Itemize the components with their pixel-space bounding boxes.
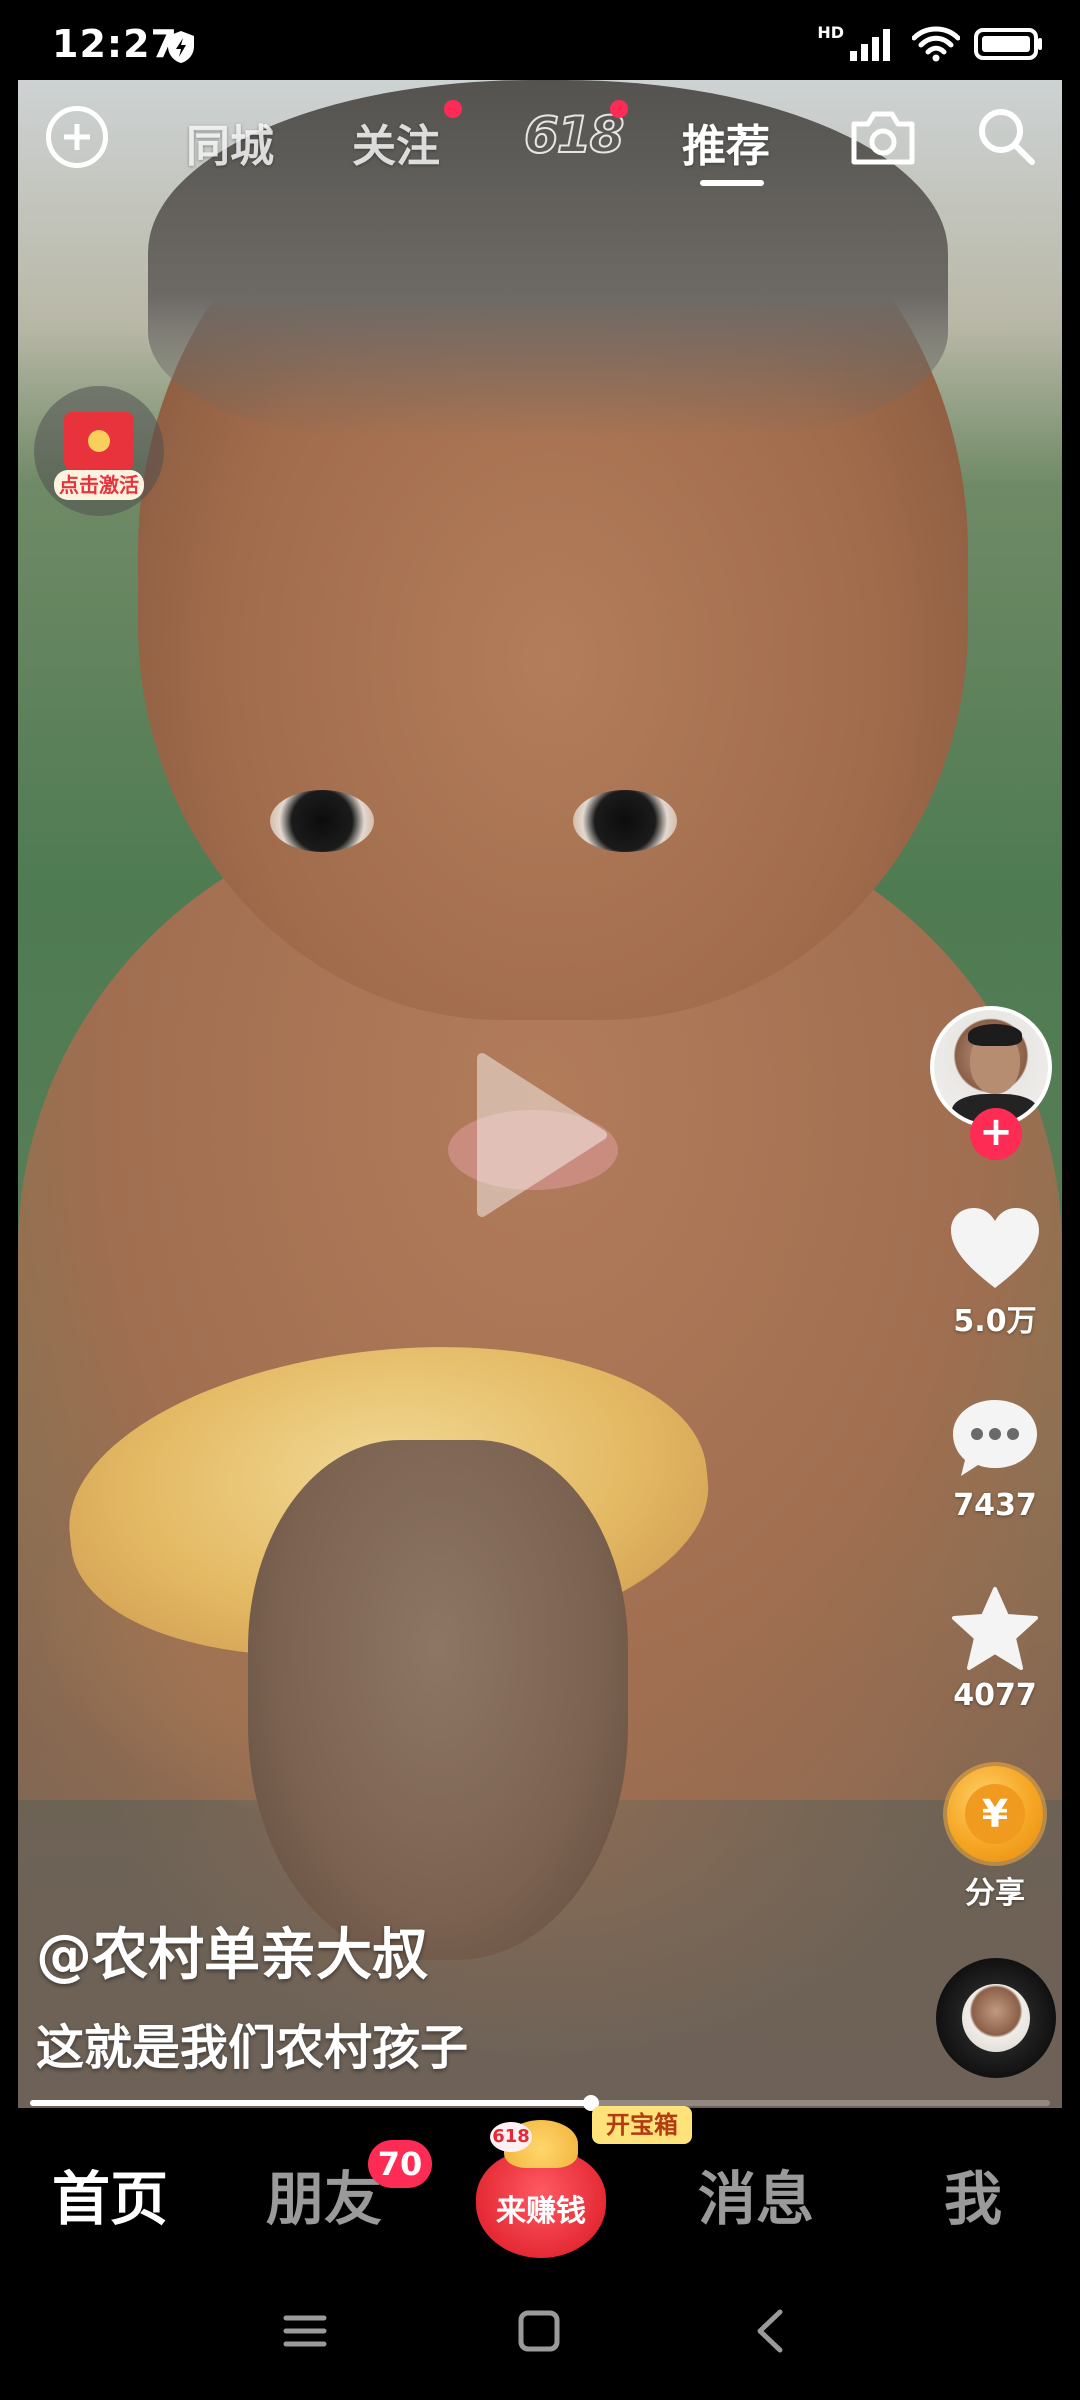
earn-money-button[interactable]: 618 来赚钱	[476, 2120, 606, 2258]
tab-guanzhu[interactable]: 关注	[352, 110, 440, 174]
status-icons: HD	[817, 22, 1044, 62]
like-count: 5.0万	[953, 1304, 1037, 1339]
wifi-icon	[912, 26, 960, 62]
red-packet-label: 点击激活	[54, 470, 144, 500]
video-caption: 这就是我们农村孩子	[36, 2020, 469, 2076]
tab-me[interactable]: 我	[944, 2152, 1002, 2236]
heart-icon[interactable]	[949, 1206, 1041, 1290]
progress-fill	[30, 2100, 591, 2106]
guanzhu-dot	[444, 100, 462, 118]
author-name[interactable]: @农村单亲大叔	[36, 1910, 428, 1991]
author-avatar-follow[interactable]: +	[930, 1006, 1058, 1160]
tab-618[interactable]: 618	[523, 105, 625, 165]
red-packet-widget[interactable]: 点击激活	[34, 386, 164, 516]
coin-icon[interactable]: ¥	[947, 1766, 1043, 1862]
follow-button[interactable]: +	[970, 1108, 1022, 1160]
friends-badge: 70	[368, 2140, 432, 2188]
tab-618-dot	[610, 100, 628, 118]
share-label: 分享	[965, 1876, 1025, 1911]
treasure-box-tag[interactable]: 开宝箱	[592, 2106, 692, 2144]
camera-icon[interactable]	[848, 108, 918, 168]
music-disc-avatar	[962, 1984, 1030, 2052]
music-disc-icon[interactable]	[936, 1958, 1056, 2078]
tab-tuijian[interactable]: 推荐	[682, 110, 770, 174]
tab-tongcheng[interactable]: 同城	[186, 110, 274, 174]
video-subject-eye-left	[270, 790, 374, 852]
progress-bar[interactable]	[30, 2095, 1050, 2111]
back-icon[interactable]	[746, 2306, 796, 2356]
search-icon[interactable]	[974, 104, 1038, 168]
menu-icon[interactable]	[280, 2306, 330, 2356]
comment-count: 7437	[953, 1488, 1037, 1523]
phone-screen: 12:27 HD 同城 关注 618 推荐 点击激活 + 5.0万 7437 4…	[0, 0, 1080, 2400]
share-action[interactable]: ¥ 分享	[930, 1766, 1060, 1912]
active-tab-underline	[700, 180, 764, 186]
home-square-icon[interactable]	[514, 2306, 564, 2356]
red-envelope-icon	[64, 412, 134, 470]
tab-friends[interactable]: 朋友	[266, 2152, 382, 2236]
play-icon[interactable]	[470, 1050, 610, 1220]
tab-home[interactable]: 首页	[52, 2152, 168, 2236]
comment-icon[interactable]	[949, 1396, 1041, 1482]
plus-circle-icon[interactable]	[46, 106, 108, 168]
tab-messages[interactable]: 消息	[698, 2152, 814, 2236]
status-time: 12:27	[52, 22, 178, 66]
signal-icon	[850, 29, 890, 61]
video-subject-hand	[248, 1440, 628, 1960]
favorite-count: 4077	[953, 1678, 1037, 1713]
system-navigation-bar	[0, 2258, 1080, 2400]
star-icon[interactable]	[950, 1586, 1040, 1672]
favorite-action[interactable]: 4077	[930, 1586, 1060, 1713]
earn-label: 来赚钱	[496, 2194, 586, 2229]
earn-618-badge: 618	[490, 2122, 532, 2152]
status-bar: 12:27 HD	[0, 0, 1080, 80]
top-navigation: 同城 关注 618 推荐	[18, 80, 1062, 210]
shield-icon	[168, 31, 194, 63]
video-subject-eye-right	[573, 790, 677, 852]
comment-action[interactable]: 7437	[930, 1396, 1060, 1523]
coin-symbol: ¥	[965, 1784, 1025, 1844]
like-action[interactable]: 5.0万	[930, 1206, 1060, 1340]
avatar-hair	[968, 1024, 1022, 1046]
battery-icon	[974, 28, 1042, 60]
hd-label: HD	[817, 22, 844, 42]
